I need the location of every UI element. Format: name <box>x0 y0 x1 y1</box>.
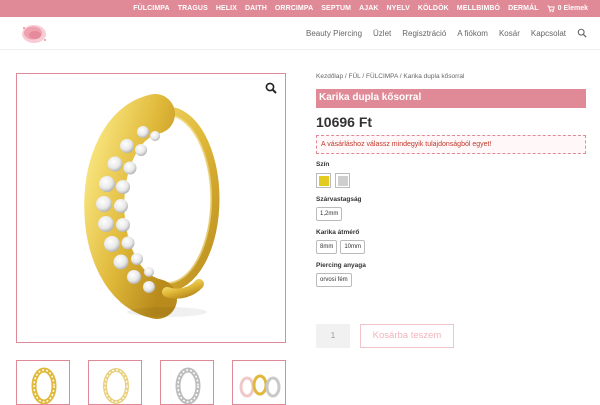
nav-cart[interactable]: Kosár <box>499 29 520 38</box>
topnav-ajak[interactable]: AJAK <box>359 5 378 12</box>
add-to-cart-button[interactable]: Kosárba teszem <box>360 324 454 348</box>
site-header: Beauty Piercing Üzlet Regisztráció A fió… <box>0 17 600 50</box>
zoom-icon[interactable] <box>265 82 277 94</box>
diameter-label: Karika átmérő <box>316 229 360 236</box>
thickness-label: Szárvastagság <box>316 196 362 203</box>
topnav-mellbimbo[interactable]: MELLBIMBÓ <box>457 5 500 12</box>
product-summary: Kezdőlap / FÜL / FÜLCIMPA / Karika dupla… <box>316 73 586 348</box>
product-thumbnails <box>16 360 286 405</box>
breadcrumb[interactable]: Kezdőlap / FÜL / FÜLCIMPA / Karika dupla… <box>316 73 586 80</box>
site-logo[interactable] <box>20 23 48 45</box>
thumbnail-1[interactable] <box>16 360 70 405</box>
thickness-option[interactable]: 1,2mm <box>316 207 343 221</box>
search-icon[interactable] <box>577 28 587 38</box>
topnav-septum[interactable]: SEPTUM <box>321 5 351 12</box>
diameter-option-8mm[interactable]: 8mm <box>316 240 338 254</box>
nav-my-account[interactable]: A fiókom <box>457 29 488 38</box>
hoop-ring-image <box>84 94 220 319</box>
cart-label: 0 Elemek <box>557 5 588 12</box>
nav-register[interactable]: Regisztráció <box>402 29 446 38</box>
topnav-nyelv[interactable]: NYELV <box>387 5 410 12</box>
topnav-fulcimpa[interactable]: FÜLCIMPA <box>133 5 169 12</box>
gold-swatch-fill <box>318 175 329 186</box>
topnav-tragus[interactable]: TRAGUS <box>178 5 208 12</box>
nav-shop[interactable]: Üzlet <box>373 29 391 38</box>
material-option[interactable]: orvosi fém <box>316 273 352 287</box>
diameter-attribute: Karika átmérő 8mm 10mm <box>316 229 586 254</box>
top-bar: FÜLCIMPA TRAGUS HELIX DAITH ORRCIMPA SEP… <box>0 0 600 17</box>
topnav-koldok[interactable]: KÖLDÖK <box>418 5 449 12</box>
thumbnail-rings-image <box>239 374 281 398</box>
product-price: 10696 Ft <box>316 114 373 130</box>
top-navigation: FÜLCIMPA TRAGUS HELIX DAITH ORRCIMPA SEP… <box>133 0 588 17</box>
material-label: Piercing anyaga <box>316 262 366 269</box>
topnav-dermal[interactable]: DERMÁL <box>508 5 539 12</box>
nav-contact[interactable]: Kapcsolat <box>531 29 566 38</box>
silver-swatch-fill <box>337 175 348 186</box>
thumbnail-ring-image <box>103 368 129 404</box>
cart-icon <box>547 5 555 12</box>
color-label: Szín <box>316 161 330 168</box>
thumbnail-4[interactable] <box>232 360 286 405</box>
thumbnail-ring-image <box>175 367 201 404</box>
thickness-attribute: Szárvastagság 1,2mm <box>316 196 586 221</box>
topnav-orrcimpa[interactable]: ORRCIMPA <box>275 5 313 12</box>
logo-brush-image <box>22 25 46 43</box>
nav-beauty-piercing[interactable]: Beauty Piercing <box>306 29 362 38</box>
quantity-input[interactable]: 1 <box>316 324 350 348</box>
color-attribute: Szín <box>316 161 586 188</box>
material-attribute: Piercing anyaga orvosi fém <box>316 262 586 287</box>
color-swatch-silver[interactable] <box>335 173 350 188</box>
cart-link[interactable]: 0 Elemek <box>547 5 588 13</box>
main-navigation: Beauty Piercing Üzlet Regisztráció A fió… <box>306 25 587 41</box>
topnav-daith[interactable]: DAITH <box>245 5 267 12</box>
thumbnail-ring-image <box>31 367 57 404</box>
thumbnail-3[interactable] <box>160 360 214 405</box>
color-swatch-gold[interactable] <box>316 173 331 188</box>
product-main-image[interactable] <box>16 73 286 343</box>
variation-alert: A vásárláshoz válassz mindegyik tulajdon… <box>316 135 586 154</box>
topnav-helix[interactable]: HELIX <box>216 5 237 12</box>
thumbnail-2[interactable] <box>88 360 142 405</box>
diameter-option-10mm[interactable]: 10mm <box>340 240 366 254</box>
product-title: Karika dupla kősorral <box>316 89 586 108</box>
